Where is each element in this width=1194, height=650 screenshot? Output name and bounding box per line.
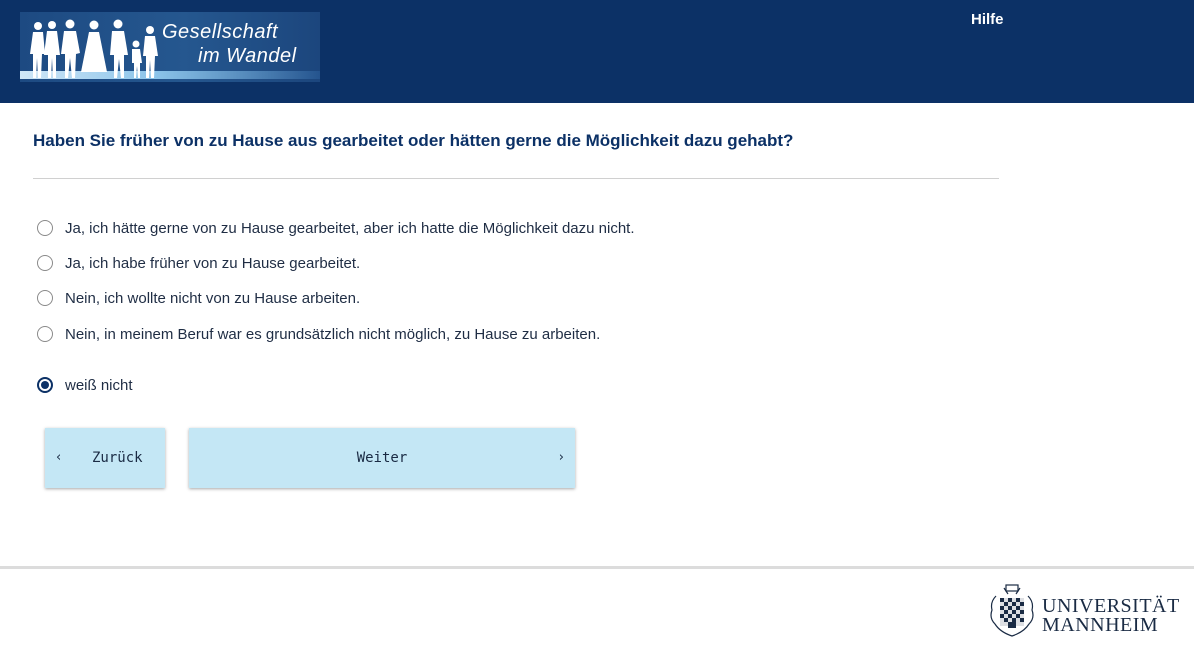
- radio-button[interactable]: [37, 220, 53, 236]
- question-divider: [33, 178, 999, 179]
- answer-option-1[interactable]: Ja, ich hätte gerne von zu Hause gearbei…: [37, 218, 635, 238]
- radio-button[interactable]: [37, 255, 53, 271]
- next-button[interactable]: Weiter ›: [189, 428, 575, 488]
- logo-title-line2: im Wandel: [198, 45, 297, 67]
- help-link[interactable]: Hilfe: [971, 11, 1004, 28]
- chevron-left-icon: ‹: [56, 450, 62, 465]
- answer-option-label: weiß nicht: [65, 376, 133, 394]
- people-silhouette-icon: [30, 19, 158, 78]
- answer-option-label: Ja, ich habe früher von zu Hause gearbei…: [65, 254, 361, 272]
- gesellschaft-im-wandel-logo: Gesellschaft im Wandel: [20, 12, 320, 82]
- answer-option-label: Nein, ich wollte nicht von zu Hause arbe…: [65, 289, 361, 307]
- answer-option-label: Nein, in meinem Beruf war es grundsätzli…: [65, 325, 601, 343]
- university-name-line2: MANNHEIM: [1042, 614, 1159, 636]
- answer-option-label: Ja, ich hätte gerne von zu Hause gearbei…: [65, 219, 635, 237]
- radio-button-selected[interactable]: [37, 377, 53, 393]
- logo-title-line1: Gesellschaft: [162, 21, 279, 43]
- back-button-label: Zurück: [92, 450, 143, 466]
- university-name: UNIVERSITÄT MANNHEIM: [1042, 596, 1180, 636]
- answer-option-4[interactable]: Nein, in meinem Beruf war es grundsätzli…: [37, 324, 600, 344]
- header-bar: Gesellschaft im Wandel Hilfe: [0, 0, 1194, 103]
- answer-option-dont-know[interactable]: weiß nicht: [37, 375, 133, 395]
- logo-title: Gesellschaft im Wandel: [162, 20, 297, 68]
- university-mannheim-logo: UNIVERSITÄT MANNHEIM: [986, 582, 1190, 640]
- answer-option-2[interactable]: Ja, ich habe früher von zu Hause gearbei…: [37, 253, 360, 273]
- chevron-right-icon: ›: [558, 450, 564, 465]
- university-seal-icon: [990, 584, 1034, 637]
- radio-button[interactable]: [37, 290, 53, 306]
- back-button[interactable]: ‹ Zurück: [45, 428, 165, 488]
- answer-option-3[interactable]: Nein, ich wollte nicht von zu Hause arbe…: [37, 288, 360, 308]
- question-text: Haben Sie früher von zu Hause aus gearbe…: [33, 131, 794, 150]
- footer-divider: [0, 566, 1194, 569]
- radio-button[interactable]: [37, 326, 53, 342]
- next-button-label: Weiter: [356, 450, 408, 466]
